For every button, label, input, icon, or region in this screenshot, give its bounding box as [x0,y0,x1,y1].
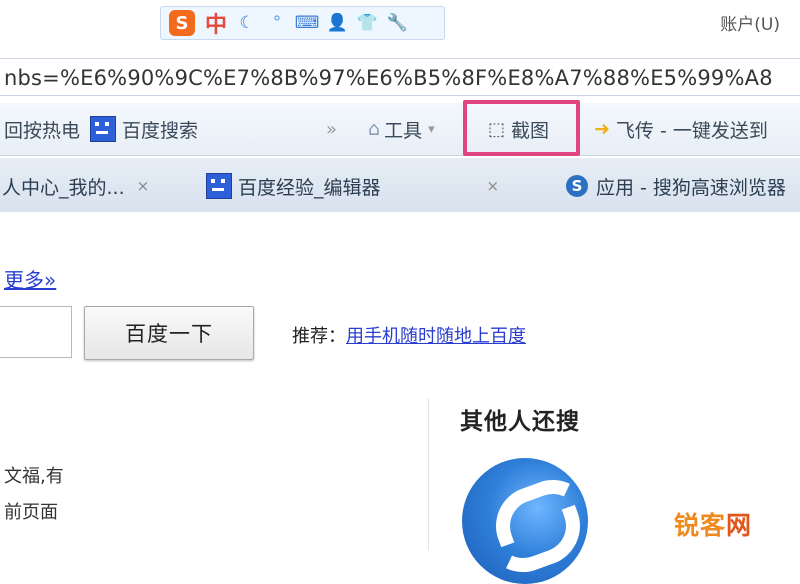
tab-label: 应用 - 搜狗高速浏览器 [596,176,786,199]
recommend-link[interactable]: 用手机随时随地上百度 [346,326,526,347]
sogou-browser-icon: S [566,175,588,197]
content-divider [428,398,429,550]
watermark-part1: 锐客 [673,511,726,540]
feichuan-button[interactable]: ➜ 飞传 - 一键发送到 [594,103,768,155]
tab-personal-center[interactable]: 人中心_我的... × [2,164,149,208]
search-input[interactable] [0,306,72,358]
sogou-ime-logo-icon[interactable]: S [169,10,195,36]
snippet-line-2: 前页面 [4,502,58,523]
snippet-line-1: 文福,有 [4,466,64,487]
toolbar-item-1[interactable]: 回按热电 [4,103,80,155]
close-icon[interactable]: × [137,177,150,195]
close-icon[interactable]: × [487,177,500,195]
toolbar-item-1-label: 回按热电 [4,119,81,142]
tools-menu[interactable]: ⌂ 工具 ▾ [368,103,435,155]
shirt-icon[interactable]: 👕 [356,13,377,33]
tab-strip: 人中心_我的... × 百度经验_编辑器 × S 应用 - 搜狗高速浏览器 [0,158,800,212]
recommend-prefix: 推荐： [292,326,346,347]
tab-label: 人中心_我的... [2,176,125,199]
baidu-paw-icon [90,116,116,142]
tab-apps-sogou[interactable]: S 应用 - 搜狗高速浏览器 [566,164,786,208]
user-icon[interactable]: 👤 [326,13,347,33]
feichuan-icon: ➜ [594,118,610,140]
ime-mode-toggle[interactable]: 中 [205,7,227,39]
tools-label: 工具 [384,119,423,142]
tab-baidu-jingyan-editor[interactable]: 百度经验_编辑器 × [206,164,499,208]
account-menu[interactable]: 账户(U) [720,10,780,35]
moon-icon[interactable]: ☾ [237,13,257,33]
double-chevron-icon: » [326,118,338,140]
sogou-logo-icon[interactable] [462,458,588,584]
baidu-search-label: 百度搜索 [122,119,199,142]
watermark-part2: 网 [725,511,752,540]
tab-label: 百度经验_编辑器 [238,176,381,199]
recommendation: 推荐：用手机随时随地上百度 [292,322,526,348]
dot-icon[interactable]: ° [267,13,287,33]
others-search-title: 其他人还搜 [460,409,580,435]
chevron-down-icon: ▾ [428,121,435,137]
more-link[interactable]: 更多» [4,264,56,293]
bookmark-toolbar: 回按热电 百度搜索 » ⌂ 工具 ▾ ⬚ 截图 ➜ 飞传 - 一键发送到 [0,103,800,156]
feichuan-label: 飞传 - 一键发送到 [615,119,768,142]
watermark: 锐客网 [674,506,752,542]
toolbar-overflow-button[interactable]: » [326,103,337,155]
tools-icon: ⌂ [368,118,381,140]
screenshot-highlight-box [463,100,580,156]
ime-toolbar: S 中 ☾ ° ⌨ 👤 👕 🔧 [160,6,445,40]
address-bar[interactable]: nbs=%E6%90%9C%E7%8B%97%E6%B5%8F%E8%A7%88… [0,58,800,96]
baidu-search-submit-button[interactable]: 百度一下 [84,306,254,360]
baidu-paw-icon [206,173,232,199]
baidu-search-button[interactable]: 百度搜索 [90,103,198,155]
keyboard-icon[interactable]: ⌨ [295,13,320,33]
wrench-icon[interactable]: 🔧 [386,13,407,33]
